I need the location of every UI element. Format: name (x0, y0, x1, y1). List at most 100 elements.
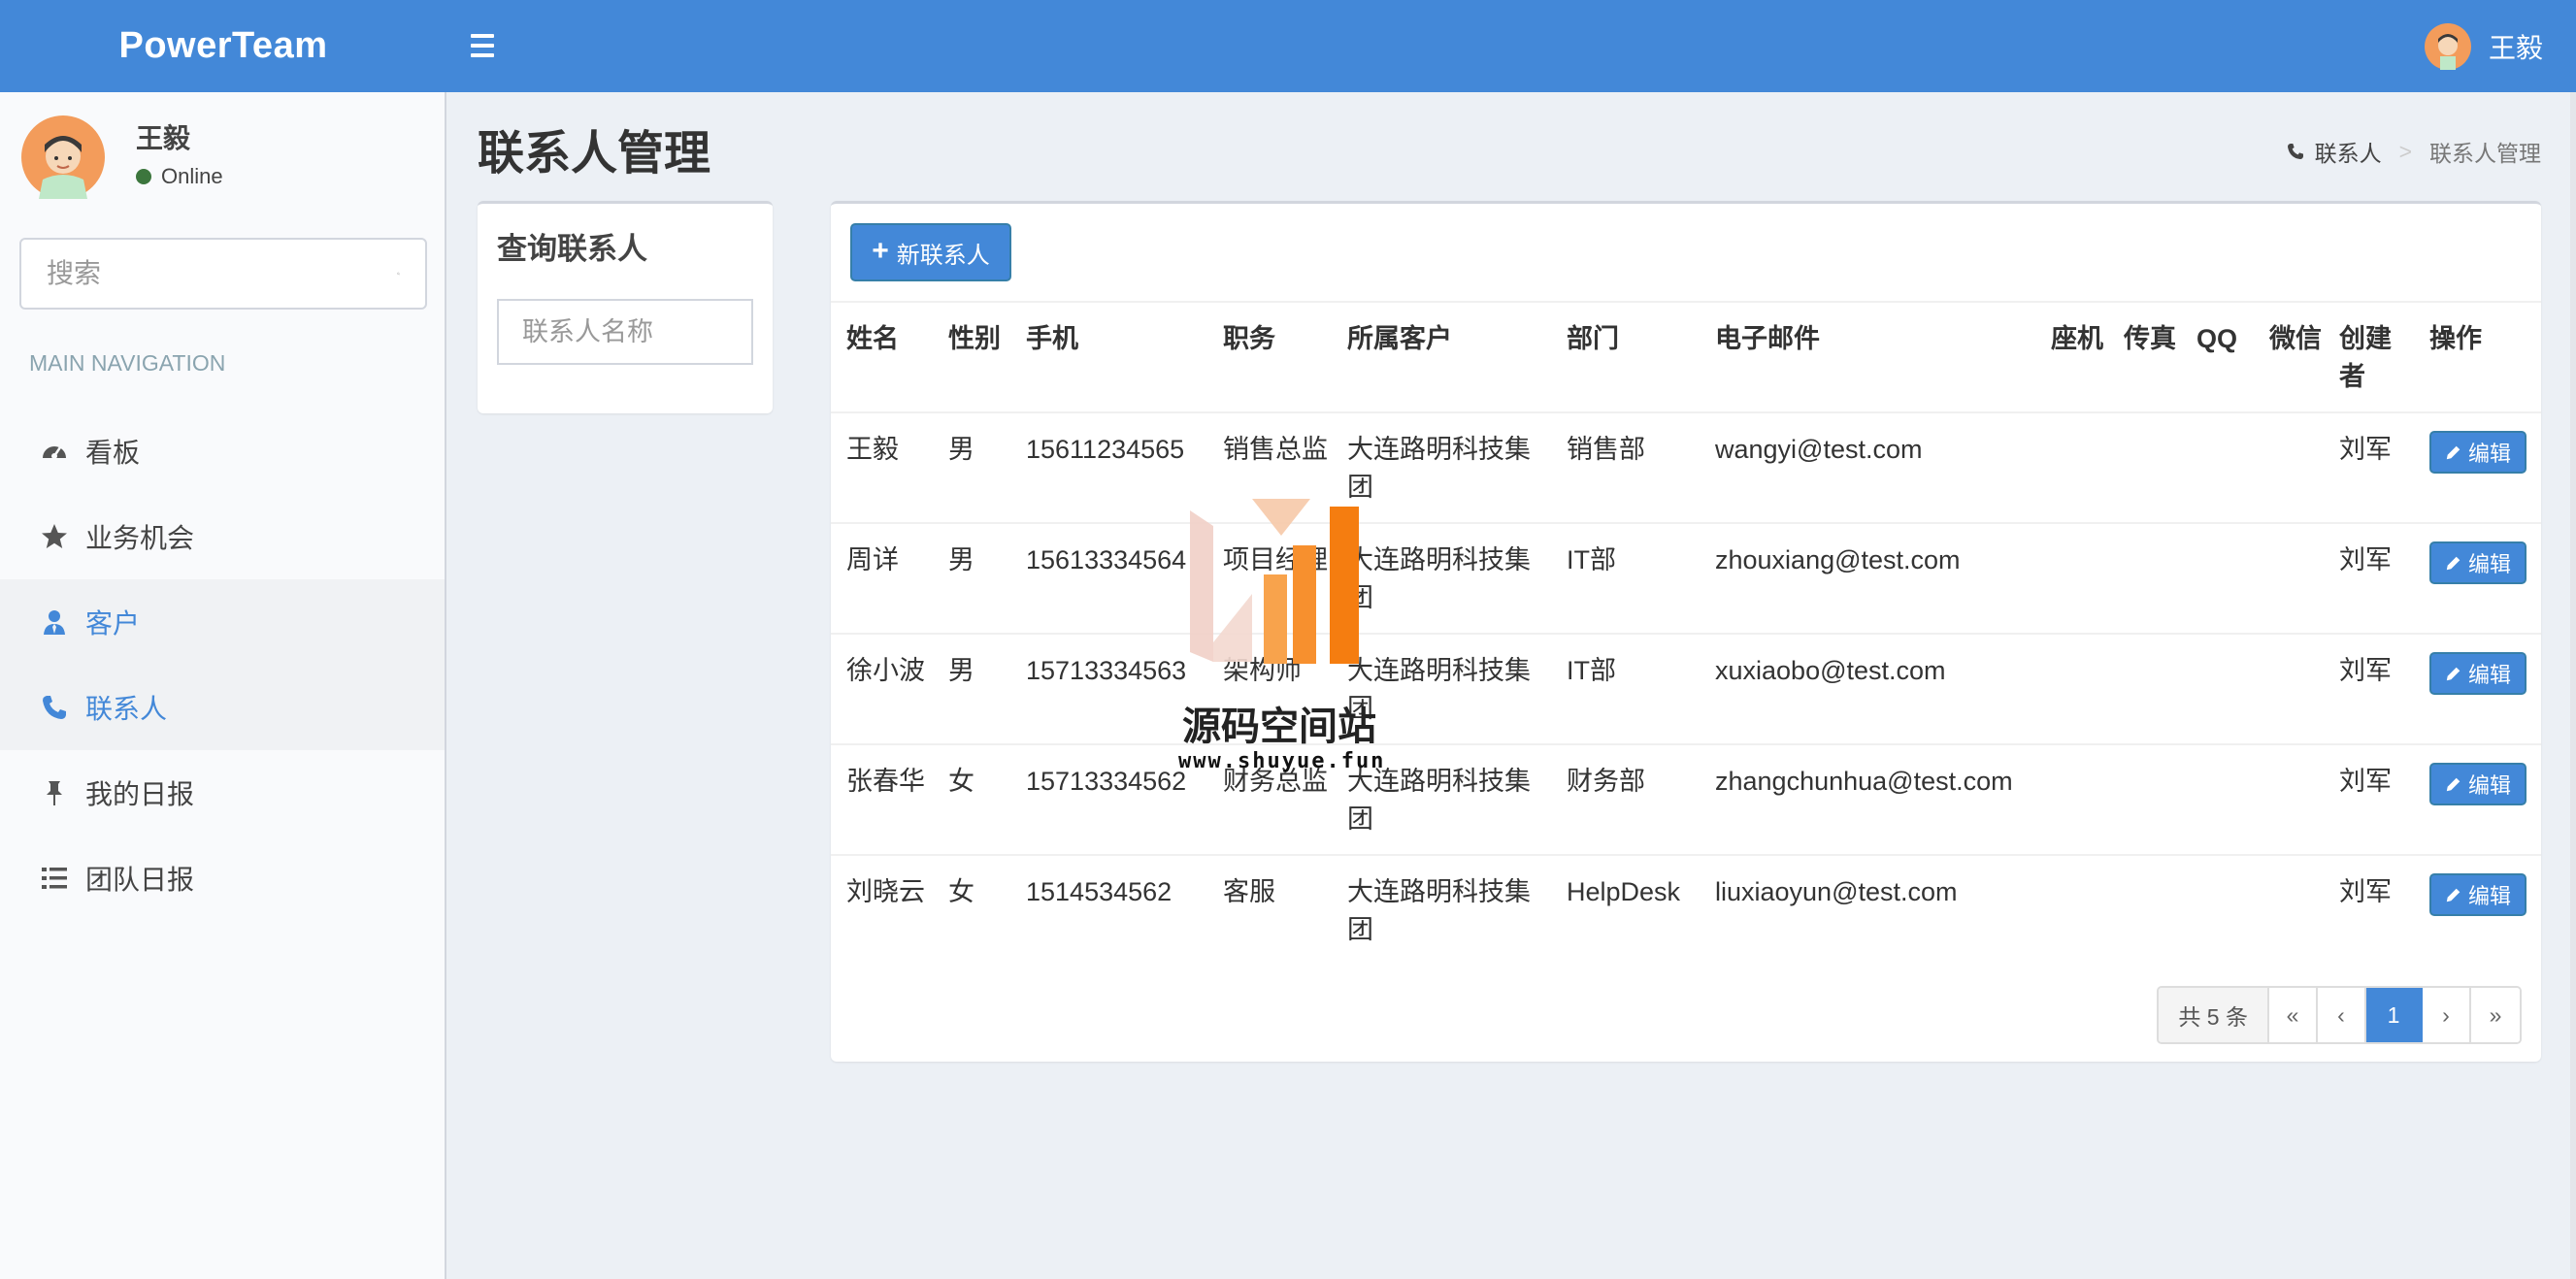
sidebar: 王毅 Online MAIN NAVIGATION 看板 业务机会 (0, 92, 446, 1279)
edit-button-label: 编辑 (2467, 663, 2511, 687)
pagination-total: 共 5 条 (2159, 988, 2269, 1042)
column-header[interactable]: 部门 (1551, 301, 1700, 412)
pagination-current-page[interactable]: 1 (2366, 988, 2423, 1042)
pagination-next[interactable]: › (2423, 988, 2471, 1042)
phone-icon (2287, 144, 2303, 159)
cell-action: 编辑 (2414, 854, 2541, 966)
cell-mobile: 15713334563 (1010, 633, 1207, 744)
edit-button-label: 编辑 (2467, 884, 2511, 908)
column-header[interactable]: 座机 (2035, 301, 2108, 412)
cell-fax (2108, 633, 2181, 744)
sidebar-search-input[interactable] (47, 258, 397, 289)
sidebar-item-contacts[interactable]: 联系人 (0, 665, 445, 750)
contacts-panel: + 新联系人 姓名 性别 手机 职务 所属客户 部门 电子邮件 座机 传真 QQ… (831, 201, 2541, 1062)
table-row: 周详男 15613334564 项目经理 大连路明科技集团 IT部 zhouxiang@t… (831, 522, 2541, 634)
table-row: 王毅男 15611234565 销售总监 大连路明科技集团 销售部 wangyi@test… (831, 411, 2541, 523)
contact-name-input[interactable] (497, 299, 753, 365)
cell-wechat (2254, 411, 2324, 523)
column-header[interactable]: 微信 (2254, 301, 2324, 412)
column-header[interactable]: 手机 (1010, 301, 1207, 412)
column-header[interactable]: QQ (2181, 301, 2254, 412)
cell-name: 刘晓云 (831, 854, 933, 966)
cell-dept: IT部 (1551, 633, 1700, 744)
sidebar-item-label: 我的日报 (85, 779, 195, 809)
scrollbar-track[interactable] (2570, 92, 2576, 1279)
sidebar-item-my-daily-report[interactable]: 我的日报 (0, 750, 445, 836)
sidebar-item-customers[interactable]: 客户 (0, 579, 445, 665)
cell-action: 编辑 (2414, 743, 2541, 855)
sidebar-item-opportunities[interactable]: 业务机会 (0, 494, 445, 579)
new-contact-button[interactable]: + 新联系人 (850, 223, 1011, 281)
cell-qq (2181, 522, 2254, 634)
user-status-label: Online (161, 164, 223, 188)
table-row: 刘晓云女 1514534562 客服 大连路明科技集团 HelpDesk liuxiaoy… (831, 854, 2541, 966)
pencil-icon (2446, 667, 2460, 681)
menu-toggle-icon[interactable] (471, 28, 504, 63)
sidebar-item-team-daily-report[interactable]: 团队日报 (0, 836, 445, 921)
cell-fax (2108, 411, 2181, 523)
sidebar-item-label: 联系人 (85, 694, 168, 724)
cell-wechat (2254, 633, 2324, 744)
table-row: 张春华女 15713334562 财务总监 大连路明科技集团 财务部 zhangchunh… (831, 743, 2541, 855)
breadcrumb-separator: > (2398, 138, 2412, 164)
cell-fax (2108, 522, 2181, 634)
cell-phone (2035, 854, 2108, 966)
pagination-last[interactable]: » (2471, 988, 2520, 1042)
cell-action: 编辑 (2414, 522, 2541, 634)
cell-gender: 男 (933, 522, 1010, 634)
column-header[interactable]: 姓名 (831, 301, 933, 412)
user-menu[interactable]: 王毅 (2424, 0, 2543, 92)
online-status-icon (136, 169, 151, 184)
breadcrumb: 联系人 > 联系人管理 (2286, 135, 2541, 168)
cell-phone (2035, 522, 2108, 634)
column-header[interactable]: 所属客户 (1332, 301, 1551, 412)
breadcrumb-link[interactable]: 联系人 (2315, 135, 2382, 168)
column-header[interactable]: 职务 (1207, 301, 1332, 412)
cell-qq (2181, 854, 2254, 966)
pagination-prev[interactable]: ‹ (2318, 988, 2366, 1042)
nav-header: MAIN NAVIGATION (29, 350, 226, 376)
cell-mobile: 15613334564 (1010, 522, 1207, 634)
app-logo[interactable]: PowerTeam (0, 0, 446, 92)
cell-title: 财务总监 (1207, 743, 1332, 855)
sidebar-item-dashboard[interactable]: 看板 (0, 409, 445, 494)
pencil-icon (2446, 888, 2460, 902)
table-header-row: 姓名 性别 手机 职务 所属客户 部门 电子邮件 座机 传真 QQ 微信 创建者… (831, 301, 2541, 412)
edit-button[interactable]: 编辑 (2429, 873, 2526, 916)
cell-title: 架构师 (1207, 633, 1332, 744)
edit-button[interactable]: 编辑 (2429, 541, 2526, 584)
breadcrumb-current: 联系人管理 (2429, 141, 2541, 166)
column-header[interactable]: 传真 (2108, 301, 2181, 412)
cell-name: 周详 (831, 522, 933, 634)
cell-wechat (2254, 522, 2324, 634)
cell-customer: 大连路明科技集团 (1332, 743, 1551, 855)
cell-action: 编辑 (2414, 633, 2541, 744)
cell-dept: IT部 (1551, 522, 1700, 634)
edit-button[interactable]: 编辑 (2429, 431, 2526, 474)
cell-gender: 女 (933, 854, 1010, 966)
cell-title: 销售总监 (1207, 411, 1332, 523)
cell-email: wangyi@test.com (1700, 411, 2035, 523)
cell-title: 项目经理 (1207, 522, 1332, 634)
cell-creator: 刘军 (2324, 411, 2414, 523)
query-panel: 查询联系人 (478, 201, 773, 413)
cell-phone (2035, 411, 2108, 523)
sidebar-search (19, 238, 427, 310)
cell-fax (2108, 743, 2181, 855)
column-header[interactable]: 性别 (933, 301, 1010, 412)
cell-title: 客服 (1207, 854, 1332, 966)
edit-button[interactable]: 编辑 (2429, 763, 2526, 805)
column-header[interactable]: 创建者 (2324, 301, 2414, 412)
search-icon[interactable] (397, 260, 400, 287)
pagination-first[interactable]: « (2269, 988, 2318, 1042)
cell-customer: 大连路明科技集团 (1332, 633, 1551, 744)
edit-button-label: 编辑 (2467, 442, 2511, 466)
cell-phone (2035, 633, 2108, 744)
cell-creator: 刘军 (2324, 522, 2414, 634)
edit-button[interactable]: 编辑 (2429, 652, 2526, 695)
user-tie-icon (39, 607, 70, 638)
pencil-icon (2446, 445, 2460, 460)
cell-gender: 男 (933, 633, 1010, 744)
column-header[interactable]: 电子邮件 (1700, 301, 2035, 412)
cell-customer: 大连路明科技集团 (1332, 522, 1551, 634)
